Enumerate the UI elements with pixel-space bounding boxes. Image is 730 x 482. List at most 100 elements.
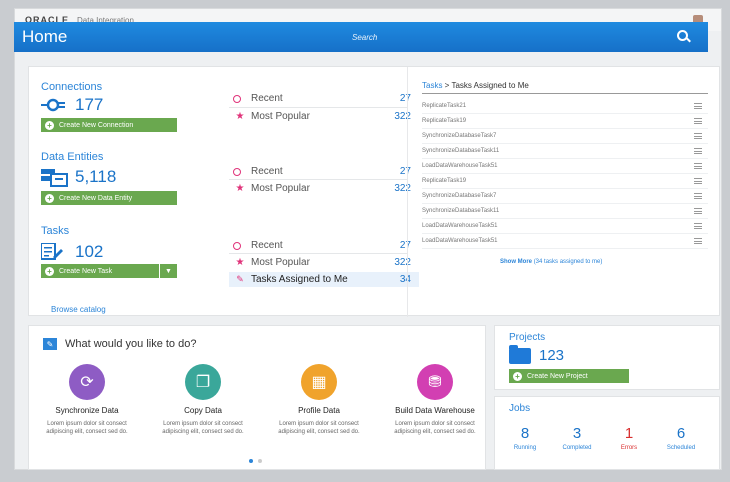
action-description: Lorem ipsum dolor sit consect adipiscing… <box>278 421 360 435</box>
search-input[interactable]: Search <box>352 33 674 42</box>
jobs-title[interactable]: Jobs <box>509 403 530 414</box>
menu-icon[interactable] <box>694 133 702 139</box>
task-row[interactable]: LoadDataWarehouseTask51 <box>422 219 708 234</box>
action-title[interactable]: Build Data Warehouse <box>385 406 485 415</box>
what-to-do-card: ✎ What would you like to do? ⟳ Synchroniz… <box>28 325 486 470</box>
data-entities-recent-row[interactable]: Recent 27 <box>229 164 419 179</box>
pushpin-icon: ✎ <box>236 274 244 284</box>
menu-icon[interactable] <box>694 208 702 214</box>
tasks-count-row: 102 <box>41 242 103 262</box>
task-row[interactable]: LoadDataWarehouseTask51 <box>422 159 708 174</box>
profile-icon[interactable]: ▦ <box>301 364 337 400</box>
job-stat-value: 8 <box>520 425 530 442</box>
task-name: SynchronizeDatabaseTask7 <box>422 133 497 139</box>
action-tile[interactable]: ❐ Copy Data Lorem ipsum dolor sit consect … <box>153 364 253 436</box>
connections-count-row: 177 <box>41 95 103 115</box>
task-row[interactable]: LoadDataWarehouseTask51 <box>422 234 708 249</box>
breadcrumb-tasks-link[interactable]: Tasks <box>422 81 442 90</box>
task-name: ReplicateTask19 <box>422 118 467 124</box>
job-stat-label: Completed <box>562 445 592 451</box>
menu-icon[interactable] <box>694 103 702 109</box>
show-more-label: Show More <box>500 259 533 265</box>
projects-title[interactable]: Projects <box>509 332 545 343</box>
job-stat-label: Errors <box>620 445 638 451</box>
connections-title[interactable]: Connections <box>41 81 102 93</box>
menu-icon[interactable] <box>694 163 702 169</box>
divider <box>229 253 407 254</box>
job-stat-scheduled[interactable]: 6 Scheduled <box>655 425 707 451</box>
page-title: Home <box>22 27 68 46</box>
job-stat-value: 3 <box>572 425 582 442</box>
task-row[interactable]: SynchronizeDatabaseTask11 <box>422 144 708 159</box>
action-tile[interactable]: ⟳ Synchronize Data Lorem ipsum dolor sit c… <box>37 364 137 436</box>
what-to-do-header: ✎ What would you like to do? <box>43 338 196 350</box>
task-row[interactable]: ReplicateTask19 <box>422 174 708 189</box>
task-row[interactable]: SynchronizeDatabaseTask7 <box>422 129 708 144</box>
create-data-entity-label: Create New Data Entity <box>59 194 133 202</box>
chevron-down-icon[interactable]: ▼ <box>159 264 177 278</box>
data-entities-title[interactable]: Data Entities <box>41 151 103 163</box>
popular-label: Most Popular <box>251 111 310 122</box>
show-more-link[interactable]: Show More (34 tasks assigned to me) <box>500 259 602 265</box>
browse-catalog-link[interactable]: Browse catalog <box>51 305 106 314</box>
carousel-dots <box>249 459 262 463</box>
menu-icon[interactable] <box>694 148 702 154</box>
data-entities-popular-row[interactable]: ★ Most Popular 322 <box>229 181 419 196</box>
catalog-summary: Connections 177 + Create New Connection … <box>39 67 419 317</box>
tasks-popular-row[interactable]: ★ Most Popular 322 <box>229 255 419 270</box>
create-connection-button[interactable]: + Create New Connection <box>41 118 177 132</box>
connections-popular-row[interactable]: ★ Most Popular 322 <box>229 109 419 124</box>
warehouse-icon[interactable]: ⛃ <box>417 364 453 400</box>
task-name: SynchronizeDatabaseTask11 <box>422 148 500 154</box>
menu-icon[interactable] <box>694 223 702 229</box>
task-row[interactable]: ReplicateTask21 <box>422 99 708 114</box>
projects-count: 123 <box>539 347 565 364</box>
connection-plug-icon <box>41 98 65 112</box>
breadcrumb-current: Tasks Assigned to Me <box>451 81 529 90</box>
create-data-entity-button[interactable]: + Create New Data Entity <box>41 191 177 205</box>
task-row[interactable]: ReplicateTask19 <box>422 114 708 129</box>
what-to-do-title: What would you like to do? <box>65 338 197 350</box>
tasks-assigned-row[interactable]: ✎ Tasks Assigned to Me 34 <box>229 272 419 287</box>
job-stat-value: 6 <box>676 425 686 442</box>
job-stat-errors[interactable]: 1 Errors <box>603 425 655 451</box>
task-name: SynchronizeDatabaseTask11 <box>422 208 500 214</box>
tasks-title[interactable]: Tasks <box>41 225 69 237</box>
carousel-dot-active[interactable] <box>249 459 253 463</box>
sync-icon[interactable]: ⟳ <box>69 364 105 400</box>
clock-icon <box>233 167 241 176</box>
create-project-label: Create New Project <box>527 372 588 380</box>
star-icon: ★ <box>235 111 245 122</box>
menu-icon[interactable] <box>694 238 702 244</box>
task-row[interactable]: SynchronizeDatabaseTask11 <box>422 204 708 219</box>
menu-icon[interactable] <box>694 118 702 124</box>
action-title[interactable]: Profile Data <box>269 406 369 415</box>
recent-label: Recent <box>251 93 283 104</box>
search-icon[interactable] <box>674 27 694 47</box>
create-task-label: Create New Task <box>59 267 113 275</box>
action-tile[interactable]: ▦ Profile Data Lorem ipsum dolor sit conse… <box>269 364 369 436</box>
menu-icon[interactable] <box>694 178 702 184</box>
action-title[interactable]: Copy Data <box>153 406 253 415</box>
task-name: LoadDataWarehouseTask51 <box>422 163 498 169</box>
action-tile[interactable]: ⛃ Build Data Warehouse Lorem ipsum dolor s… <box>385 364 485 436</box>
carousel-dot[interactable] <box>258 459 262 463</box>
action-title[interactable]: Synchronize Data <box>37 406 137 415</box>
job-stat-completed[interactable]: 3 Completed <box>551 425 603 451</box>
divider <box>229 179 407 180</box>
menu-icon[interactable] <box>694 193 702 199</box>
clock-icon <box>233 94 241 103</box>
tasks-recent-row[interactable]: Recent 27 <box>229 238 419 253</box>
create-task-button[interactable]: + Create New Task ▼ <box>41 264 177 278</box>
show-more-detail: (34 tasks assigned to me) <box>533 259 603 265</box>
copy-icon[interactable]: ❐ <box>185 364 221 400</box>
recent-label: Recent <box>251 166 283 177</box>
projects-card: Projects 123 + Create New Project <box>494 325 720 390</box>
task-row[interactable]: SynchronizeDatabaseTask7 <box>422 189 708 204</box>
create-project-button[interactable]: + Create New Project <box>509 369 629 383</box>
jobs-card: Jobs 8 Running 3 Completed 1 Errors 6 Scheduled <box>494 396 720 470</box>
task-name: SynchronizeDatabaseTask7 <box>422 193 497 199</box>
connections-recent-row[interactable]: Recent 27 <box>229 91 419 106</box>
job-stat-running[interactable]: 8 Running <box>499 425 551 451</box>
action-description: Lorem ipsum dolor sit consect adipiscing… <box>394 421 476 435</box>
